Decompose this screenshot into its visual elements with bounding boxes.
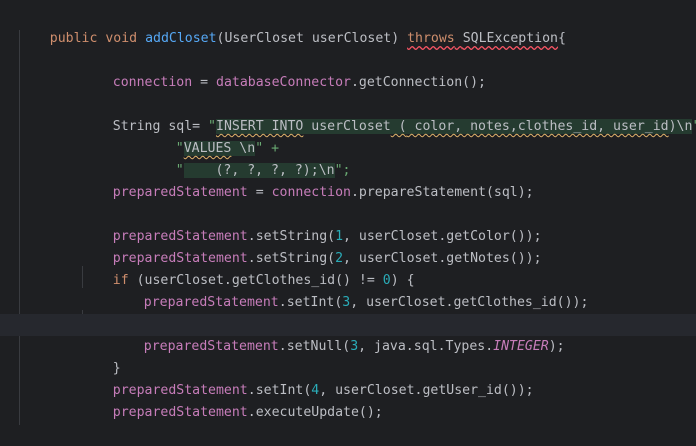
- code-line-close-brace: }: [81, 336, 121, 376]
- code-line-sql-decl: String sql= "INSERT INTO userCloset ( co…: [81, 94, 696, 134]
- field-connection: connection: [112, 75, 193, 90]
- code-line-if: if (userCloset.getClothes_id() != 0) {: [81, 248, 415, 288]
- code-line-sql-values: "VALUES \n" +: [144, 116, 279, 156]
- assign-op: =: [247, 185, 272, 200]
- types-qualifier: , java.sql.Types.: [358, 339, 494, 354]
- code-line-connection: connection = databaseConnector.getConnec…: [81, 50, 486, 90]
- assign-op: =: [192, 75, 216, 90]
- sql-close-paren: )\n: [668, 119, 693, 134]
- keyword-void: void: [105, 31, 138, 46]
- code-line-method-signature: public void addCloset(UserCloset userClo…: [18, 6, 566, 46]
- set-null-call: .setNull(: [278, 339, 351, 354]
- code-line-set-clothes-id: preparedStatement.setInt(3, userCloset.g…: [112, 270, 589, 310]
- code-line-execute: preparedStatement.executeUpdate();: [81, 380, 383, 420]
- sql-column-list[interactable]: color, notes,clothes_id, user_id: [407, 119, 669, 134]
- field-database-connector: databaseConnector: [216, 75, 351, 90]
- open-brace: {: [557, 31, 566, 46]
- sql-open-paren: (: [390, 119, 407, 134]
- keyword-public: public: [49, 31, 98, 46]
- prepare-statement-call: .prepareStatement(sql);: [350, 185, 534, 200]
- code-line-prepare: preparedStatement = connection.prepareSt…: [81, 160, 534, 200]
- sql-table-name: userCloset: [311, 119, 391, 134]
- exception-type[interactable]: SQLException: [463, 31, 558, 46]
- get-connection-call: .getConnection();: [350, 75, 486, 90]
- constant-integer: INTEGER: [493, 339, 549, 354]
- indent-guide: [19, 30, 20, 425]
- code-line-set-notes: preparedStatement.setString(2, userClose…: [81, 226, 542, 266]
- set-int-call: .setInt(: [278, 295, 343, 310]
- code-line-set-user-id: preparedStatement.setInt(4, userCloset.g…: [81, 358, 534, 398]
- string-concat: " +: [692, 119, 696, 134]
- field-prepared-statement: preparedStatement: [112, 405, 248, 420]
- field-prepared-statement: preparedStatement: [143, 339, 279, 354]
- code-line-set-null: preparedStatement.setNull(3, java.sql.Ty…: [0, 314, 696, 354]
- execute-update-call: .executeUpdate();: [247, 405, 383, 420]
- call-end: );: [548, 339, 565, 354]
- field-connection: connection: [271, 185, 351, 200]
- keyword-throws[interactable]: throws: [407, 31, 455, 46]
- code-line-sql-placeholders: " (?, ?, ?, ?);\n";: [144, 138, 350, 178]
- field-prepared-statement: preparedStatement: [112, 185, 248, 200]
- code-line-set-color: preparedStatement.setString(1, userClose…: [81, 204, 542, 244]
- code-line-else: } else {: [81, 292, 177, 332]
- code-editor[interactable]: public void addCloset(UserCloset userClo…: [0, 0, 696, 425]
- method-name: addCloset: [145, 31, 217, 46]
- param-index: 3: [350, 339, 359, 354]
- get-clothes-id-arg: , userCloset.getClothes_id());: [350, 295, 589, 310]
- method-params: (UserCloset userCloset): [216, 31, 408, 46]
